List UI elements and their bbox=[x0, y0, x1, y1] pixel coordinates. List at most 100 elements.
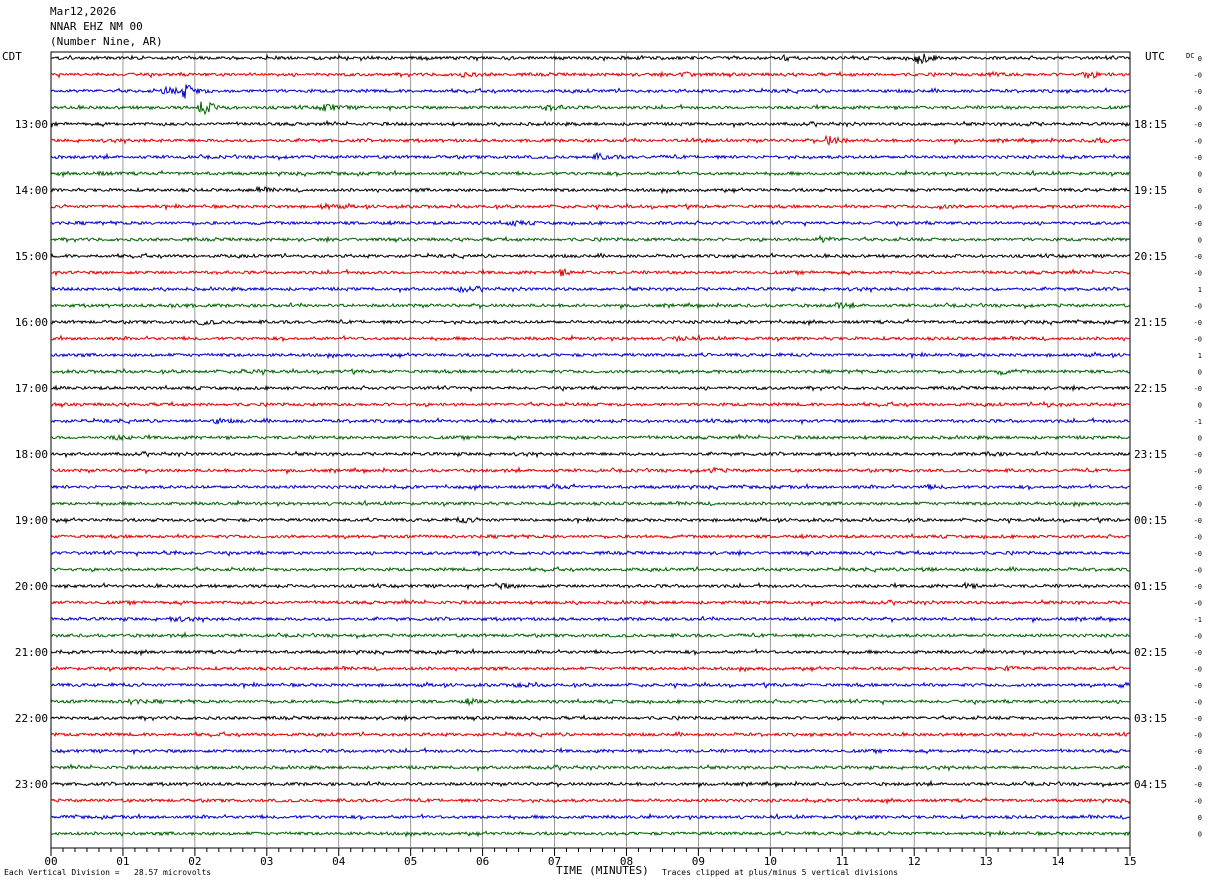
x-tick-label: 02 bbox=[188, 855, 201, 868]
dc-offset-label: 0 bbox=[1198, 237, 1202, 245]
dc-offset-label: -0 bbox=[1194, 715, 1202, 723]
seismic-trace bbox=[50, 53, 1131, 65]
right-hour-label: 04:15 bbox=[1134, 778, 1167, 791]
dc-offset-label: -0 bbox=[1194, 699, 1202, 707]
dc-offset-label: -0 bbox=[1194, 600, 1202, 608]
seismic-trace bbox=[50, 746, 1131, 756]
plot-frame bbox=[50, 51, 1131, 849]
x-tick-label: 04 bbox=[332, 855, 346, 868]
seismic-trace bbox=[50, 482, 1130, 492]
dc-offset-label: 0 bbox=[1198, 171, 1202, 179]
x-axis-title: TIME (MINUTES) bbox=[556, 864, 649, 877]
seismic-trace bbox=[50, 730, 1131, 739]
dc-column-label: DC bbox=[1186, 52, 1195, 60]
dc-offset-label: -0 bbox=[1194, 253, 1202, 261]
seismic-trace bbox=[50, 101, 1131, 116]
seismic-trace bbox=[50, 565, 1131, 574]
left-hour-label: 23:00 bbox=[15, 778, 48, 791]
left-hour-label: 17:00 bbox=[15, 382, 48, 395]
dc-offset-label: -0 bbox=[1194, 649, 1202, 657]
right-hour-label: 19:15 bbox=[1134, 184, 1167, 197]
dc-offset-label: -0 bbox=[1194, 633, 1202, 641]
seismic-trace bbox=[50, 681, 1131, 690]
x-tick-label: 01 bbox=[116, 855, 129, 868]
dc-offset-label: 0 bbox=[1198, 369, 1202, 377]
left-timezone-label: CDT bbox=[2, 50, 22, 63]
dc-offset-label: -0 bbox=[1194, 501, 1202, 509]
dc-offset-label: -0 bbox=[1194, 748, 1202, 756]
seismic-trace bbox=[50, 829, 1131, 839]
seismic-trace bbox=[50, 450, 1131, 459]
dc-offset-label: 0 bbox=[1198, 55, 1202, 63]
helicorder-plot: 00 01 02 03 04 05 06 07 08 09 10 11 12 13 14 150-0-0-0-… bbox=[15, 51, 1202, 868]
dc-offset-label: -0 bbox=[1194, 517, 1202, 525]
seismic-trace bbox=[50, 465, 1131, 476]
right-timezone-label: UTC bbox=[1145, 50, 1165, 63]
seismic-trace bbox=[50, 119, 1131, 129]
seismic-trace bbox=[50, 416, 1131, 426]
dc-offset-label: -0 bbox=[1194, 72, 1202, 80]
right-hour-label: 18:15 bbox=[1134, 118, 1167, 131]
seismic-trace bbox=[50, 219, 1131, 228]
dc-offset-label: -0 bbox=[1194, 732, 1202, 740]
left-hour-label: 21:00 bbox=[15, 646, 48, 659]
dc-offset-label: -0 bbox=[1194, 121, 1202, 129]
clip-note: Traces clipped at plus/minus 5 vertical … bbox=[662, 868, 899, 877]
dc-offset-label: -0 bbox=[1194, 567, 1202, 575]
dc-offset-label: -0 bbox=[1194, 105, 1202, 113]
station-label: NNAR EHZ NM 00 bbox=[50, 20, 143, 33]
right-hour-label: 03:15 bbox=[1134, 712, 1167, 725]
left-hour-label: 20:00 bbox=[15, 580, 48, 593]
left-hour-label: 14:00 bbox=[15, 184, 48, 197]
dc-offset-label: -0 bbox=[1194, 220, 1202, 228]
seismic-trace bbox=[50, 433, 1131, 442]
dc-offset-label: -0 bbox=[1194, 303, 1202, 311]
seismic-trace bbox=[50, 713, 1131, 723]
dc-offset-label: 1 bbox=[1198, 352, 1202, 360]
dc-offset-label: 0 bbox=[1198, 831, 1202, 839]
right-hour-label: 00:15 bbox=[1134, 514, 1167, 527]
date-label: Mar12,2026 bbox=[50, 5, 117, 18]
seismic-trace bbox=[50, 400, 1131, 409]
right-hour-label: 01:15 bbox=[1134, 580, 1167, 593]
seismic-trace bbox=[50, 70, 1131, 80]
dc-offset-label: -0 bbox=[1194, 336, 1202, 344]
left-hour-label: 15:00 bbox=[15, 250, 48, 263]
x-tick-label: 10 bbox=[764, 855, 777, 868]
seismic-trace bbox=[50, 234, 1131, 244]
right-hour-label: 02:15 bbox=[1134, 646, 1167, 659]
left-hour-label: 13:00 bbox=[15, 118, 48, 131]
scale-note: Each Vertical Division = 28.57 microvolt… bbox=[4, 868, 212, 877]
dc-offset-label: -0 bbox=[1194, 666, 1202, 674]
seismic-trace bbox=[50, 301, 1131, 311]
seismic-trace bbox=[50, 812, 1131, 822]
dc-offset-label: -0 bbox=[1194, 468, 1202, 476]
left-hour-label: 16:00 bbox=[15, 316, 48, 329]
dc-offset-label: -1 bbox=[1194, 616, 1202, 624]
seismic-trace bbox=[50, 267, 1131, 277]
dc-offset-label: -0 bbox=[1194, 781, 1202, 789]
dc-offset-label: -0 bbox=[1194, 534, 1202, 542]
dc-offset-label: -0 bbox=[1194, 550, 1202, 558]
dc-offset-label: -0 bbox=[1194, 270, 1202, 278]
x-tick-label: 11 bbox=[836, 855, 849, 868]
right-hour-label: 22:15 bbox=[1134, 382, 1167, 395]
x-tick-label: 03 bbox=[260, 855, 273, 868]
seismic-trace bbox=[50, 185, 1131, 195]
x-tick-label: 15 bbox=[1123, 855, 1136, 868]
dc-offset-label: 0 bbox=[1198, 402, 1202, 410]
seismic-trace bbox=[51, 351, 1131, 360]
dc-offset-label: -0 bbox=[1194, 154, 1202, 162]
dc-offset-label: -0 bbox=[1194, 798, 1202, 806]
dc-offset-label: -0 bbox=[1194, 484, 1202, 492]
dc-offset-label: -0 bbox=[1194, 765, 1202, 773]
dc-offset-label: -0 bbox=[1194, 451, 1202, 459]
seismic-trace bbox=[50, 630, 1131, 640]
seismic-trace bbox=[50, 499, 1131, 508]
dc-offset-label: 1 bbox=[1198, 286, 1202, 294]
dc-offset-label: -0 bbox=[1194, 204, 1202, 212]
x-tick-label: 12 bbox=[908, 855, 921, 868]
dc-offset-label: 0 bbox=[1198, 187, 1202, 195]
seismic-trace bbox=[50, 664, 1131, 673]
seismic-trace bbox=[50, 697, 1131, 707]
